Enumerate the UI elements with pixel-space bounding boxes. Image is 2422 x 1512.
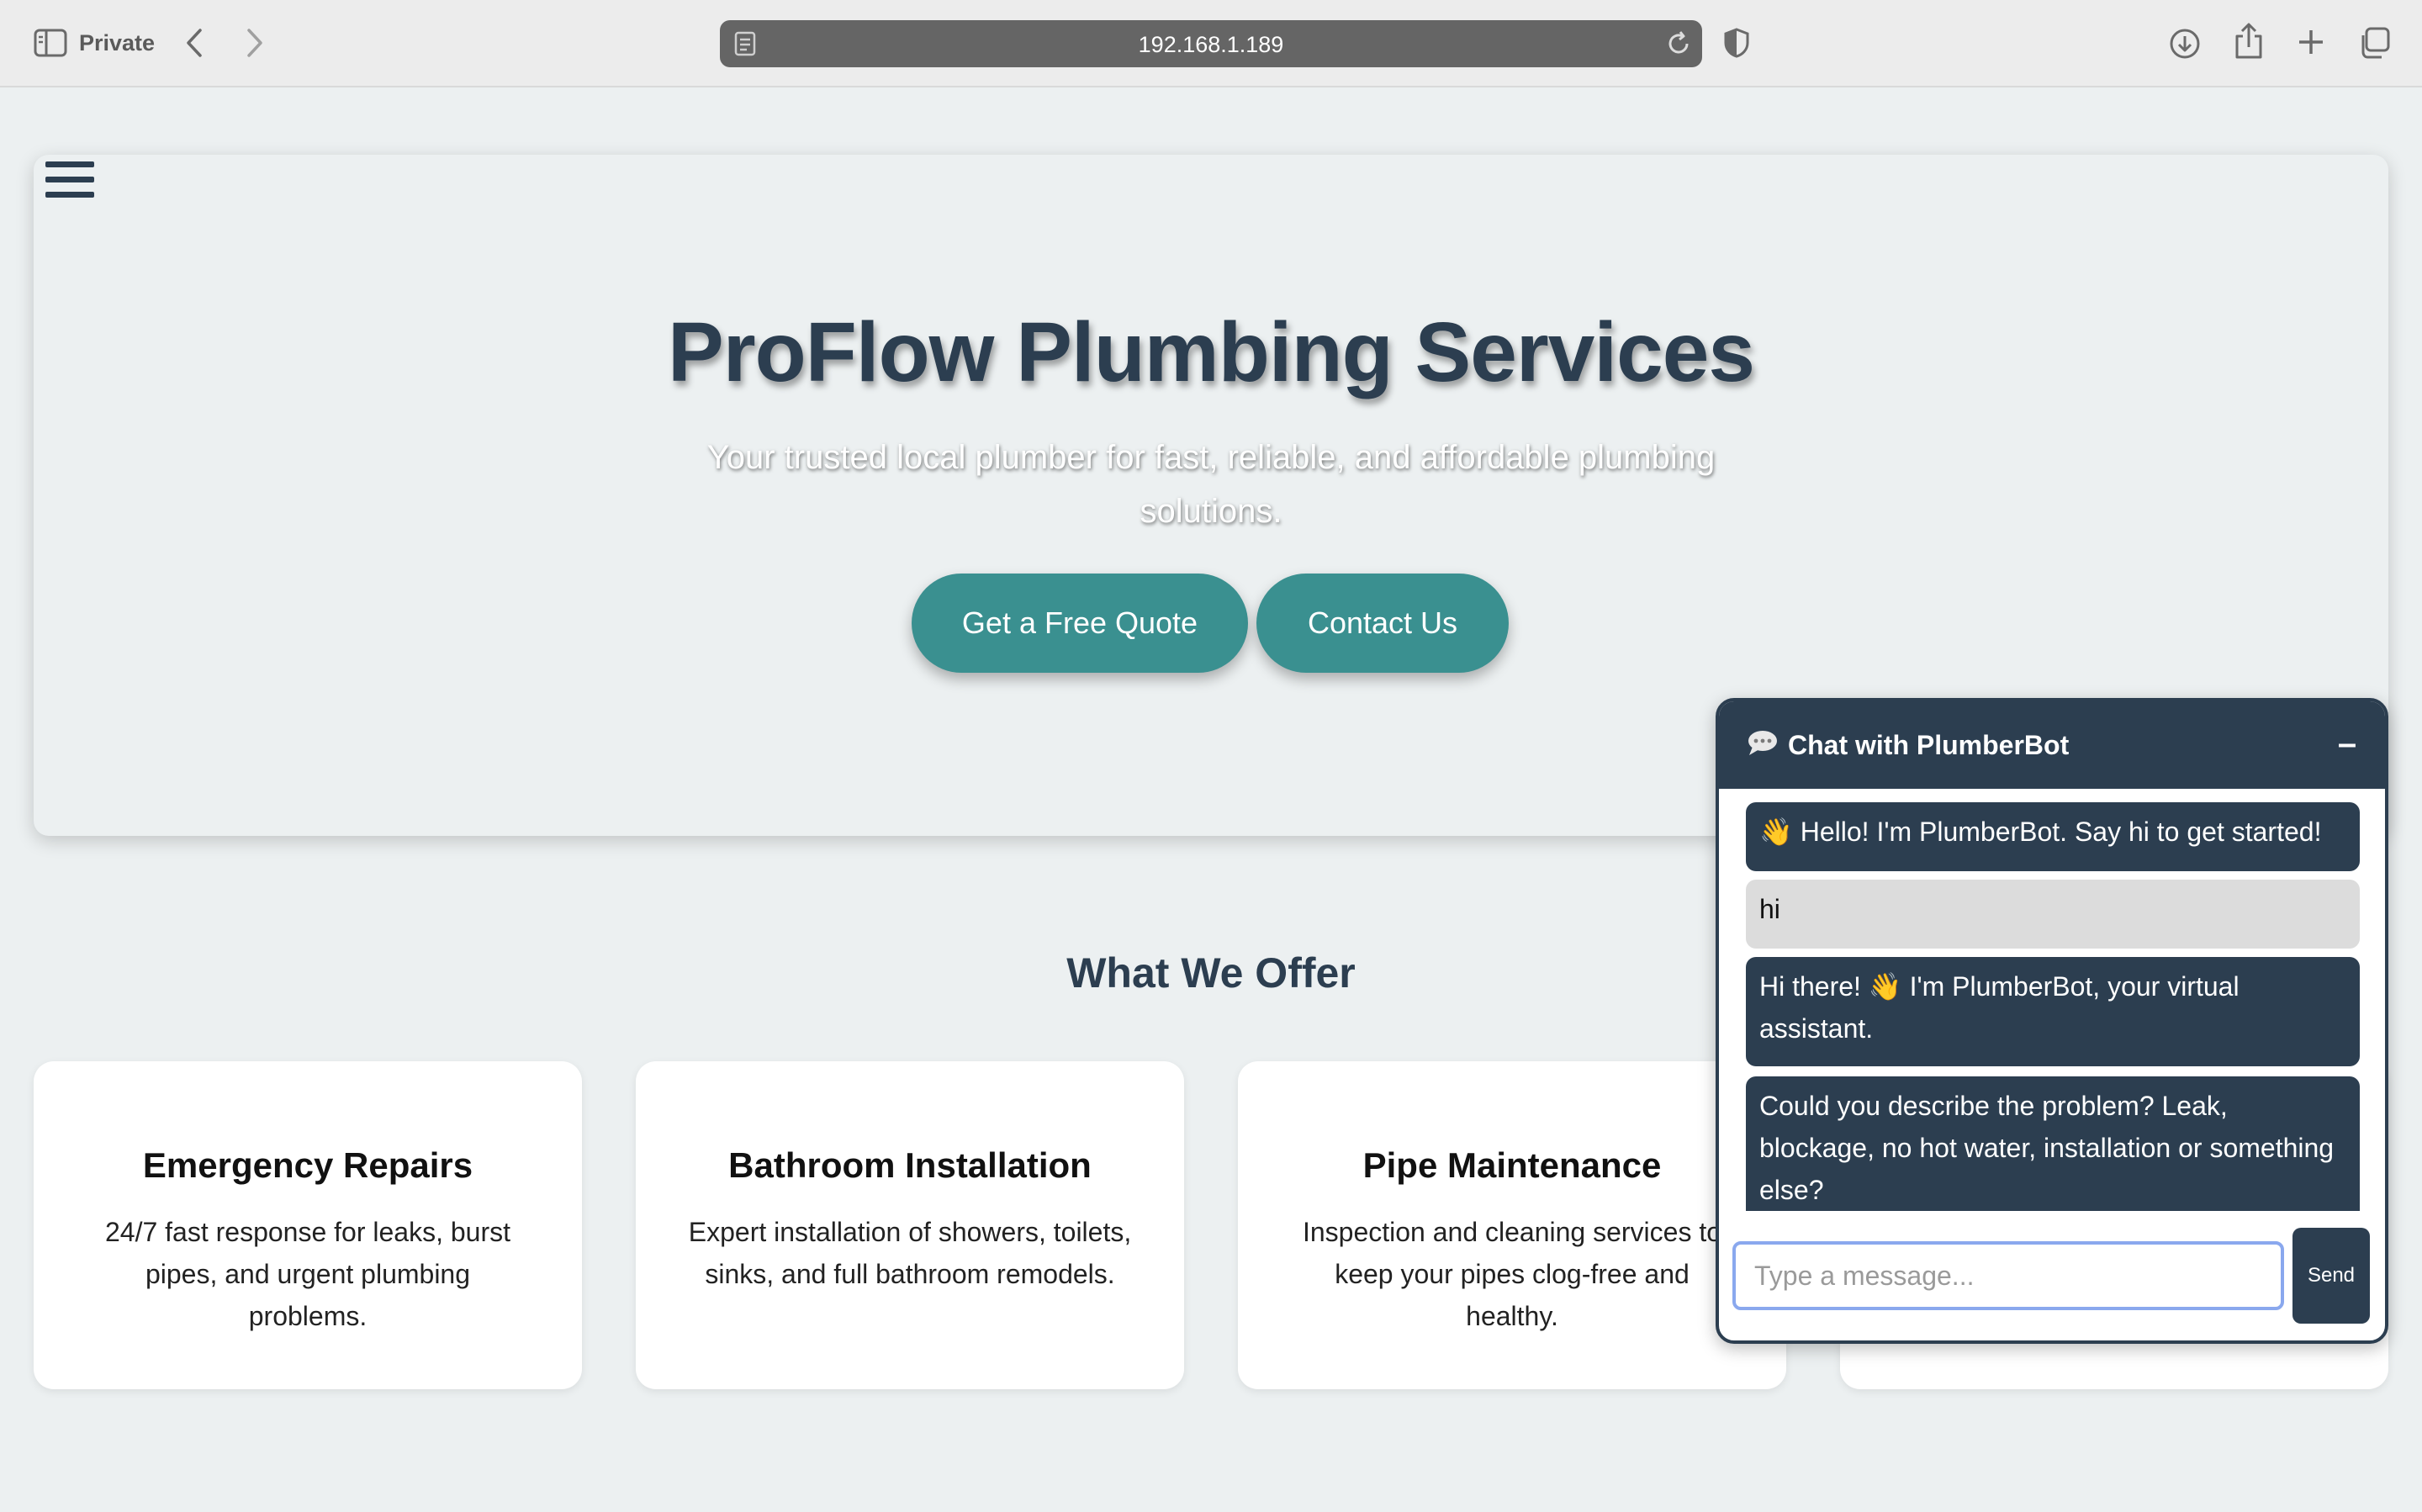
bot-message: Could you describe the problem? Leak, bl… [1746, 1076, 2360, 1211]
hero-subtitle: Your trusted local plumber for fast, rel… [706, 439, 1716, 530]
service-card: Pipe Maintenance Inspection and cleaning… [1238, 1061, 1786, 1389]
contact-us-button[interactable]: Contact Us [1256, 574, 1509, 673]
speech-bubble-icon [1746, 728, 1779, 759]
sidebar-icon[interactable] [34, 29, 67, 57]
url-text: 192.168.1.189 [1138, 32, 1284, 57]
tabs-overview-icon[interactable] [2356, 25, 2392, 61]
service-card: Emergency Repairs 24/7 fast response for… [34, 1061, 582, 1389]
private-label: Private [79, 30, 156, 56]
service-card: Bathroom Installation Expert installatio… [636, 1061, 1184, 1389]
service-card-title: Emergency Repairs [142, 1145, 473, 1185]
service-card-title: Bathroom Installation [728, 1145, 1092, 1185]
shield-icon[interactable] [1722, 27, 1751, 59]
chevron-left-icon[interactable] [180, 25, 210, 61]
service-card-title: Pipe Maintenance [1362, 1145, 1662, 1185]
chat-message-input[interactable] [1732, 1241, 2284, 1310]
browser-toolbar: Private 192.168.1.189 [0, 0, 2422, 87]
service-card-description: Inspection and cleaning services to keep… [1302, 1217, 1722, 1331]
chat-title: Chat with PlumberBot [1788, 730, 2070, 760]
get-quote-button[interactable]: Get a Free Quote [912, 574, 1248, 673]
chat-widget: Chat with PlumberBot – 👋 Hello! I'm Plum… [1716, 698, 2388, 1344]
bot-message: 👋 Hello! I'm PlumberBot. Say hi to get s… [1746, 802, 2360, 871]
bot-message: Hi there! 👋 I'm PlumberBot, your virtual… [1746, 957, 2360, 1066]
service-card-description: 24/7 fast response for leaks, burst pipe… [104, 1217, 511, 1331]
chat-header: Chat with PlumberBot – [1719, 701, 2385, 789]
page-icon [733, 30, 757, 57]
hamburger-icon[interactable] [45, 158, 94, 202]
reload-icon[interactable] [1663, 29, 1694, 59]
user-message: hi [1746, 880, 2360, 949]
download-icon[interactable] [2168, 27, 2202, 61]
address-bar[interactable]: 192.168.1.189 [720, 20, 1702, 67]
chevron-right-icon[interactable] [239, 25, 269, 61]
share-icon[interactable] [2232, 22, 2266, 61]
plus-icon[interactable] [2294, 25, 2328, 59]
minimize-button[interactable]: – [2333, 725, 2361, 762]
service-card-description: Expert installation of showers, toilets,… [688, 1217, 1132, 1289]
hero-title: ProFlow Plumbing Services [668, 305, 1755, 399]
send-button[interactable]: Send [2292, 1228, 2370, 1324]
